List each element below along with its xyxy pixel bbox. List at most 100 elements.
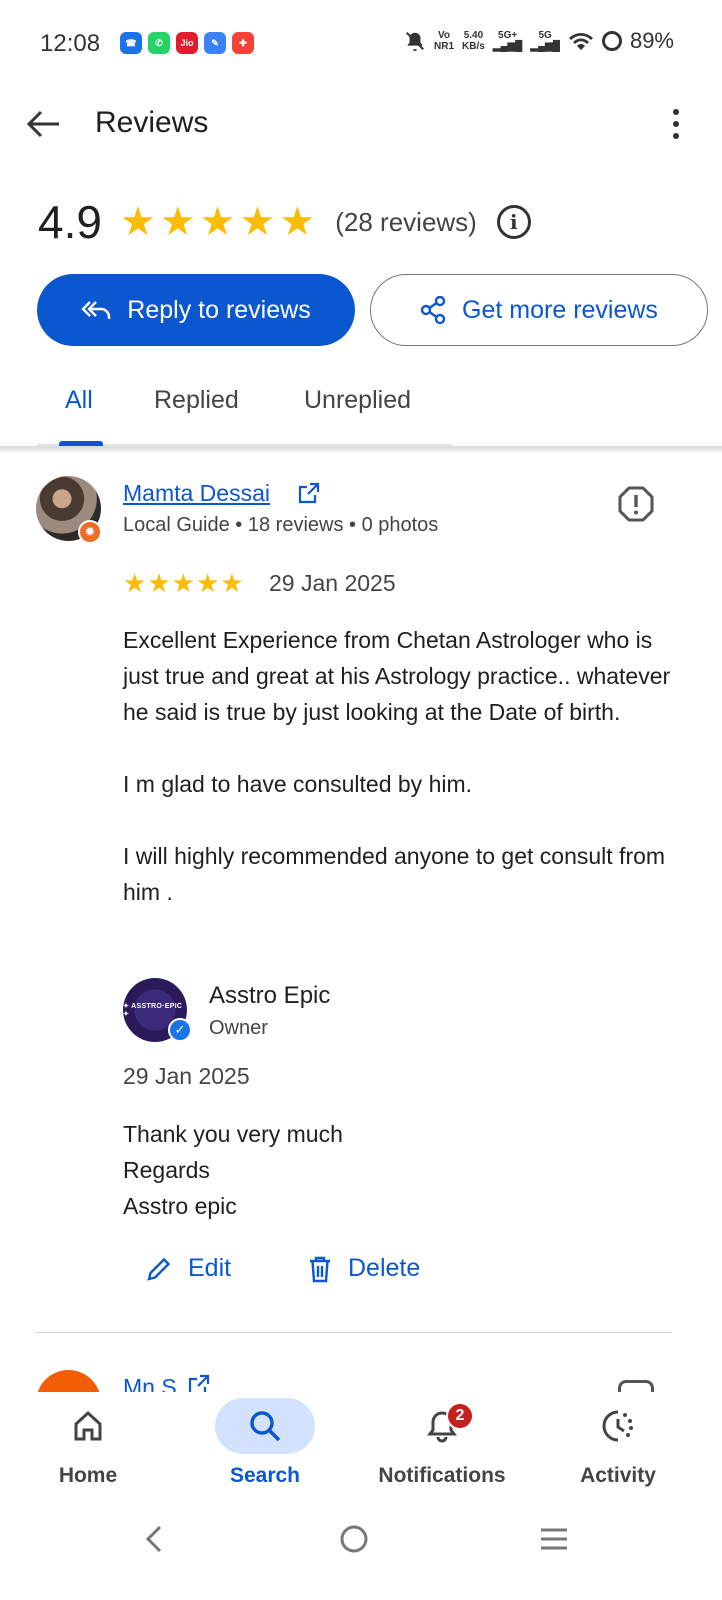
star-icon: ★: [195, 568, 220, 598]
report-review-icon[interactable]: [618, 1380, 654, 1392]
system-home-button[interactable]: [324, 1514, 384, 1564]
star-icon: ★: [239, 200, 276, 244]
star-icon: ★: [199, 200, 236, 244]
rating-stars: ★ ★ ★ ★ ★: [120, 202, 315, 242]
nav-activity[interactable]: Activity: [538, 1392, 698, 1502]
notification-badge: 2: [446, 1402, 474, 1430]
chevron-left-icon: [145, 1525, 162, 1553]
reply-date: 29 Jan 2025: [123, 1063, 250, 1089]
menu-lines-icon: [541, 1528, 567, 1550]
whatsapp-icon: ✆: [148, 32, 170, 54]
open-external-icon[interactable]: [298, 482, 320, 504]
verified-check-icon: ✓: [168, 1018, 192, 1042]
status-time: 12:08: [40, 30, 101, 57]
star-icon: ★: [123, 568, 147, 598]
reviewer-name-link[interactable]: Mn S: [123, 1374, 177, 1392]
star-icon: ★: [119, 200, 156, 244]
more-vert-icon: [673, 109, 679, 115]
system-back-button[interactable]: [124, 1514, 184, 1564]
tab-replied[interactable]: Replied: [154, 386, 239, 415]
status-indicators: Vo NR1 5.40 KB/s 5G+ ▂▄▆█ 5G ▂▄▆█ 89%: [404, 28, 674, 54]
edit-reply-button[interactable]: Edit: [146, 1254, 231, 1283]
review-card-next: Mn S: [0, 1368, 722, 1392]
battery-percent: 89%: [629, 28, 674, 53]
mute-bell-icon: [406, 32, 424, 52]
review-paragraph: I will highly recommended anyone to get …: [123, 843, 666, 905]
star-icon: ★: [171, 568, 195, 598]
nav-search[interactable]: Search: [185, 1392, 345, 1502]
tabs-shadow: [0, 446, 722, 454]
signal-sim2-icon: 5G ▂▄▆█: [530, 30, 560, 52]
wifi-icon: [568, 33, 593, 50]
reply-line: Regards: [123, 1157, 210, 1183]
reviewer-name-link[interactable]: Mamta Dessai: [123, 480, 270, 507]
pencil-icon: [147, 1257, 171, 1281]
review-paragraph: I m glad to have consulted by him.: [123, 771, 473, 797]
star-icon: ★: [159, 200, 196, 244]
reply-all-icon: [81, 301, 111, 319]
star-icon: ★: [279, 200, 316, 244]
chat-app-icon: ✎: [204, 32, 226, 54]
nav-notifications-label: Notifications: [378, 1464, 506, 1487]
review-date: 29 Jan 2025: [269, 570, 396, 596]
status-app-icons: ☎ ✆ Jio ✎ ✚: [120, 32, 254, 54]
review-paragraph: Excellent Experience from Chetan Astrolo…: [123, 627, 671, 725]
review-rating-stars: ★ ★ ★ ★ ★: [123, 570, 244, 596]
owner-role: Owner: [209, 1017, 268, 1039]
reviewer-meta: Local Guide • 18 reviews • 0 photos: [123, 514, 439, 536]
search-icon: [250, 1411, 281, 1442]
nav-notifications[interactable]: 2 Notifications: [362, 1392, 522, 1502]
review-count: (28 reviews): [335, 206, 477, 237]
tab-unreplied[interactable]: Unreplied: [304, 386, 411, 415]
reply-to-reviews-label: Reply to reviews: [127, 295, 311, 324]
local-guide-badge-icon: ✹: [78, 520, 102, 544]
reply-to-reviews-button[interactable]: Reply to reviews: [37, 274, 355, 346]
reply-text: Thank you very much Regards Asstro epic: [123, 1116, 343, 1224]
nav-home[interactable]: Home: [8, 1392, 168, 1502]
review-text: Excellent Experience from Chetan Astrolo…: [123, 622, 683, 910]
nav-search-label: Search: [229, 1464, 301, 1487]
gift-app-icon: ✚: [232, 32, 254, 54]
report-review-icon[interactable]: [618, 486, 654, 522]
home-icon: [74, 1410, 102, 1441]
open-external-icon[interactable]: [188, 1374, 210, 1392]
system-recents-button[interactable]: [524, 1514, 584, 1564]
edit-label: Edit: [188, 1254, 232, 1282]
get-more-reviews-label: Get more reviews: [462, 295, 658, 324]
status-bar: 12:08 ☎ ✆ Jio ✎ ✚ Vo NR1 5.40 KB/s 5G+ ▂▄▆█…: [0, 0, 722, 84]
more-options-button[interactable]: [666, 104, 686, 144]
get-more-reviews-button[interactable]: Get more reviews: [370, 274, 708, 346]
rating-summary: 4.9 ★ ★ ★ ★ ★ (28 reviews) i: [38, 192, 531, 252]
nav-home-label: Home: [58, 1464, 118, 1487]
owner-name: Asstro Epic: [209, 982, 331, 1009]
review-tabs: All Replied Unreplied: [37, 372, 452, 446]
star-icon: ★: [147, 568, 171, 598]
arrow-back-icon: [27, 110, 59, 138]
activity-icon: [602, 1410, 633, 1442]
battery-ring-icon: [601, 31, 622, 51]
signal-sim1-icon: 5G+ ▂▄▆█: [492, 30, 523, 52]
reply-line: Thank you very much: [123, 1121, 343, 1147]
rating-value: 4.9: [38, 196, 102, 248]
share-icon: [420, 296, 446, 324]
speed-indicator: 5.40 KB/s: [462, 30, 485, 52]
review-divider: [36, 1332, 672, 1333]
info-icon[interactable]: i: [496, 205, 531, 239]
page-title: Reviews: [95, 106, 209, 139]
delete-reply-button[interactable]: Delete: [308, 1254, 420, 1283]
system-navigation-bar: [0, 1502, 722, 1600]
reviewer-avatar[interactable]: [36, 1370, 101, 1392]
top-app-bar: Reviews: [0, 84, 722, 164]
phone-app-icon: ☎: [120, 32, 142, 54]
volte-indicator: Vo NR1: [434, 30, 455, 52]
back-button[interactable]: [24, 104, 64, 144]
nav-activity-label: Activity: [580, 1464, 656, 1487]
trash-icon: [310, 1256, 330, 1282]
star-icon: ★: [220, 568, 244, 598]
tab-all[interactable]: All: [65, 386, 93, 415]
reply-line: Asstro epic: [123, 1193, 237, 1219]
delete-label: Delete: [348, 1254, 421, 1282]
jio-icon: Jio: [176, 32, 198, 54]
bottom-navigation: Home Search 2 Notifications Activity: [0, 1392, 722, 1502]
circle-home-icon: [340, 1525, 368, 1553]
